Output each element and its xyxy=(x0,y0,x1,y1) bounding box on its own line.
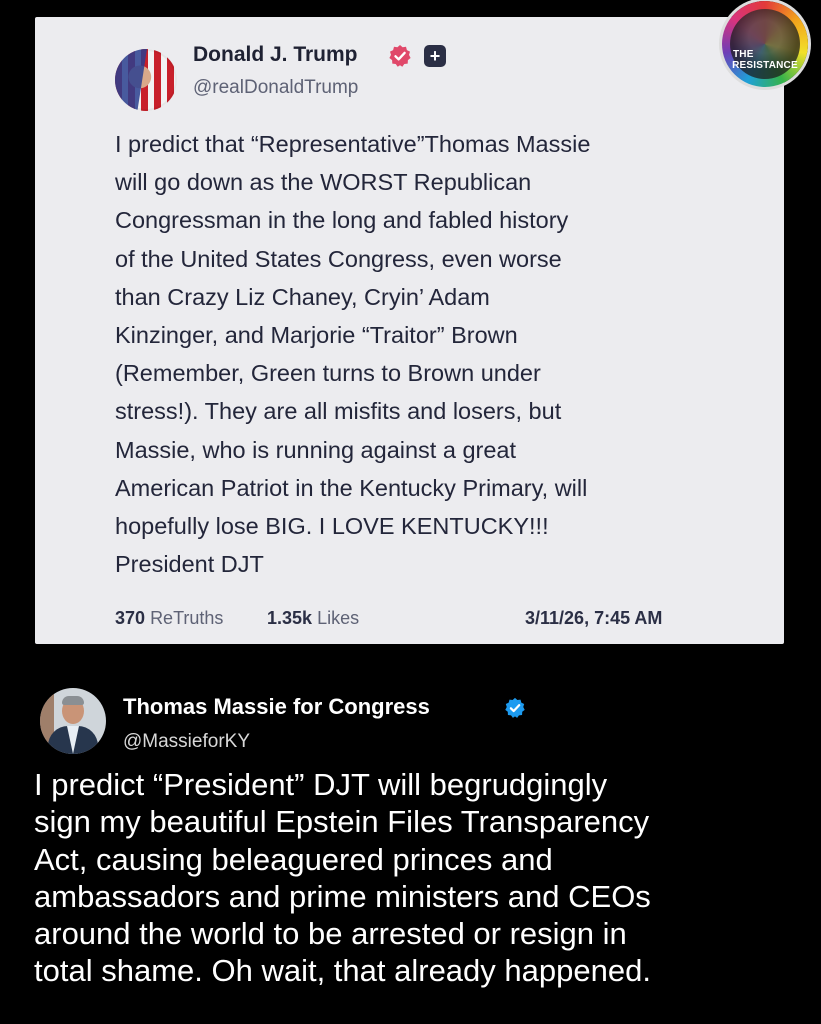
reply-post-body: I predict “President” DJT will begrudgin… xyxy=(34,766,814,990)
trump-avatar[interactable] xyxy=(115,49,177,111)
truth-body-line: Massie, who is running against a great xyxy=(115,436,517,463)
logo-line-2: RESISTANCE xyxy=(732,60,798,71)
post-timestamp: 3/11/26, 7:45 AM xyxy=(525,608,663,628)
truth-body-line: than Crazy Liz Chaney, Cryin’ Adam xyxy=(115,283,490,310)
logo-line-1: THE xyxy=(733,49,754,60)
truth-author-handle[interactable]: @realDonaldTrump xyxy=(193,77,358,99)
retruths-stat[interactable]: 370 ReTruths xyxy=(115,608,223,629)
reply-body-line: sign my beautiful Epstein Files Transpar… xyxy=(34,804,650,840)
reply-body-line: I predict “President” DJT will begrudgin… xyxy=(34,767,608,802)
truth-body-line: President DJT xyxy=(115,551,264,578)
truth-body-line: will go down as the WORST Republican xyxy=(115,169,532,196)
truth-social-post-card: Donald J. Trump + @realDonaldTrump I pre… xyxy=(35,17,784,644)
truth-body-line: Kinzinger, and Marjorie “Traitor” Brown xyxy=(115,322,518,349)
truth-body-line: of the United States Congress, even wors… xyxy=(115,245,562,272)
verified-badge-icon xyxy=(389,45,411,67)
massie-avatar[interactable] xyxy=(40,688,106,754)
truth-body-line: I predict that “Representative”Thomas Ma… xyxy=(115,131,591,157)
plus-icon: + xyxy=(424,45,446,67)
likes-label: Likes xyxy=(317,608,360,628)
reply-author-handle[interactable]: @MassieforKY xyxy=(123,731,250,753)
likes-count: 1.35k xyxy=(267,608,313,628)
truth-body-line: hopefully lose BIG. I LOVE KENTUCKY!!! xyxy=(115,513,549,540)
likes-stat[interactable]: 1.35k Likes xyxy=(267,608,359,629)
truth-author-name[interactable]: Donald J. Trump xyxy=(193,43,358,67)
reply-author-name[interactable]: Thomas Massie for Congress xyxy=(123,694,430,720)
logo-text: THE RESISTANCE xyxy=(722,49,808,71)
retruths-count: 370 xyxy=(115,608,146,628)
truth-body-line: (Remember, Green turns to Brown under xyxy=(115,360,541,387)
truth-post-body: I predict that “Representative”Thomas Ma… xyxy=(115,125,755,583)
the-resistance-logo: THE RESISTANCE xyxy=(722,1,808,87)
reply-body-line: total shame. Oh wait, that already happe… xyxy=(34,953,651,989)
truth-body-line: stress!). They are all misfits and loser… xyxy=(115,398,562,425)
truth-body-line: Congressman in the long and fabled histo… xyxy=(115,207,569,234)
reply-body-line: around the world to be arrested or resig… xyxy=(34,916,627,952)
reply-body-line: Act, causing beleaguered princes and xyxy=(34,841,553,877)
verified-badge-icon xyxy=(505,697,525,718)
truth-body-line: American Patriot in the Kentucky Primary… xyxy=(115,474,588,501)
reply-body-line: ambassadors and prime ministers and CEOs xyxy=(34,878,651,914)
retruths-label: ReTruths xyxy=(150,608,224,628)
